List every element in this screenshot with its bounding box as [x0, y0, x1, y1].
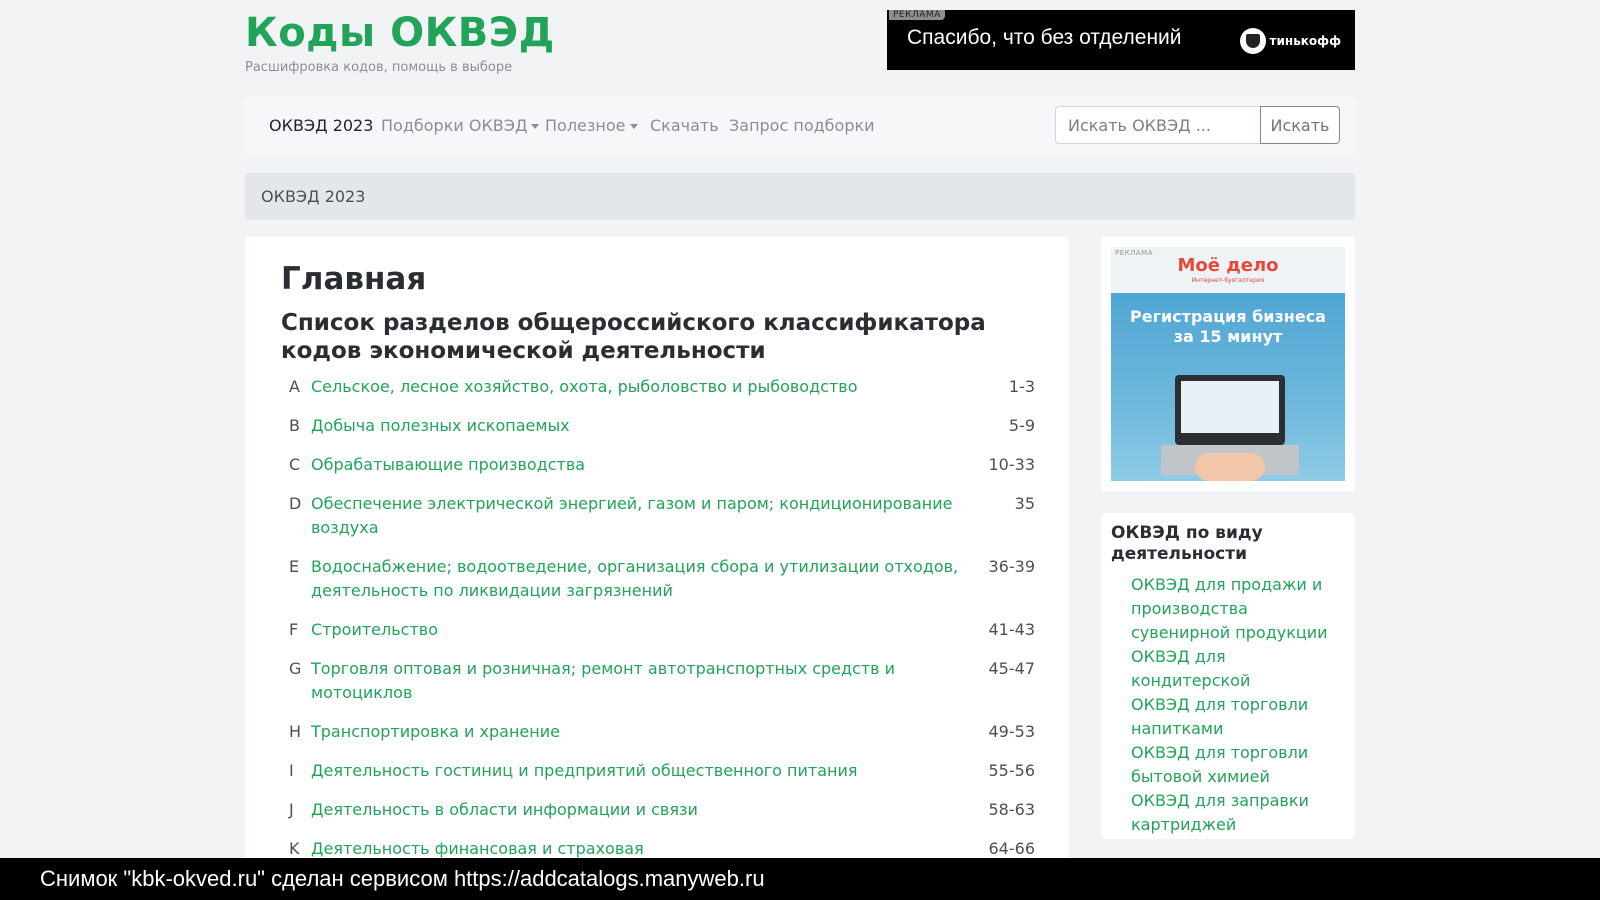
nav-label: Полезное	[545, 116, 626, 135]
sidebar-ad-brand-sub: Интернет-бухгалтерия	[1191, 277, 1265, 284]
ad-label: РЕКЛАМА	[889, 10, 945, 20]
search-button[interactable]: Искать	[1260, 106, 1340, 144]
screenshot-caption: Снимок "kbk-okved.ru" сделан сервисом ht…	[40, 866, 765, 891]
section-codes: 36-39	[988, 557, 1036, 576]
section-row: I Деятельность гостиниц и предприятий общ…	[281, 754, 1035, 793]
section-link[interactable]: Водоснабжение; водоотведение, организаци…	[311, 555, 983, 603]
sidebar-link-list: ОКВЭД для продажи и производства сувенир…	[1131, 573, 1345, 837]
hands-icon	[1195, 453, 1265, 481]
section-letter: G	[289, 659, 302, 678]
section-row: B Добыча полезных ископаемых 5-9	[281, 409, 1035, 448]
section-codes: 55-56	[988, 761, 1036, 780]
screenshot-caption-bar: Снимок "kbk-okved.ru" сделан сервисом ht…	[0, 858, 1600, 900]
section-row: E Водоснабжение; водоотведение, организац…	[281, 550, 1035, 613]
section-link[interactable]: Торговля оптовая и розничная; ремонт авт…	[311, 657, 983, 705]
section-codes: 5-9	[1008, 416, 1035, 435]
section-row: G Торговля оптовая и розничная; ремонт ав…	[281, 652, 1035, 715]
sidebar-ad-body: Регистрация бизнеса за 15 минут	[1111, 293, 1345, 481]
nav-podborki-dropdown[interactable]: Подборки ОКВЭД	[381, 116, 540, 135]
caret-down-icon	[531, 124, 540, 129]
section-codes: 49-53	[988, 722, 1036, 741]
page: Коды ОКВЭД Расшифровка кодов, помощь в в…	[0, 0, 1600, 900]
section-link[interactable]: Сельское, лесное хозяйство, охота, рыбол…	[311, 375, 983, 399]
laptop-icon	[1175, 375, 1285, 445]
section-codes: 58-63	[988, 800, 1036, 819]
section-letter: C	[289, 455, 301, 474]
nav-request[interactable]: Запрос подборки	[729, 116, 875, 135]
ad-slogan: Спасибо, что без отделений	[907, 26, 1182, 49]
sidebar-ad-brand: Моё дело	[1177, 255, 1279, 276]
section-link[interactable]: Добыча полезных ископаемых	[311, 414, 983, 438]
sidebar-activity-link[interactable]: ОКВЭД для продажи и производства сувенир…	[1131, 573, 1345, 645]
section-letter: J	[289, 800, 294, 819]
breadcrumb-current: ОКВЭД 2023	[261, 187, 366, 206]
site-logo[interactable]: Коды ОКВЭД	[245, 10, 555, 56]
top-ad-banner[interactable]: РЕКЛАМА Спасибо, что без отделений тиньк…	[887, 10, 1355, 70]
sidebar-activity-link[interactable]: ОКВЭД для торговли бытовой химией	[1131, 741, 1345, 789]
sidebar-ad[interactable]: РЕКЛАМА Моё дело Интернет-бухгалтерия Ре…	[1101, 237, 1355, 491]
section-letter: D	[289, 494, 302, 513]
section-link[interactable]: Обеспечение электрической энергией, газо…	[311, 492, 983, 540]
section-codes: 45-47	[988, 659, 1036, 678]
search-input[interactable]	[1055, 106, 1261, 144]
caret-down-icon	[629, 124, 638, 129]
section-link[interactable]: Деятельность в области информации и связ…	[311, 798, 983, 822]
section-codes: 41-43	[988, 620, 1036, 639]
section-row: D Обеспечение электрической энергией, газ…	[281, 487, 1035, 550]
main-content-card: Главная Список разделов общероссийского …	[245, 237, 1069, 877]
sidebar-title: ОКВЭД по виду деятельности	[1111, 523, 1263, 564]
section-letter: E	[289, 557, 300, 576]
section-codes: 10-33	[988, 455, 1036, 474]
sidebar-activity-link[interactable]: ОКВЭД для кондитерской	[1131, 645, 1345, 693]
sidebar-ad-headline: Регистрация бизнеса за 15 минут	[1130, 307, 1326, 346]
breadcrumb: ОКВЭД 2023	[245, 173, 1355, 220]
sidebar-activity-link[interactable]: ОКВЭД для торговли напитками	[1131, 693, 1345, 741]
section-letter: A	[289, 377, 300, 396]
sidebar-activity-card: ОКВЭД по виду деятельности ОКВЭД для про…	[1101, 513, 1355, 839]
page-subtitle: Список разделов общероссийского классифи…	[281, 310, 986, 364]
section-link[interactable]: Обрабатывающие производства	[311, 453, 983, 477]
sidebar-ad-image: РЕКЛАМА Моё дело Интернет-бухгалтерия Ре…	[1111, 247, 1345, 481]
site-tagline: Расшифровка кодов, помощь в выборе	[245, 60, 513, 75]
section-letter: H	[289, 722, 302, 741]
section-row: A Сельское, лесное хозяйство, охота, рыбо…	[281, 370, 1035, 409]
section-row: C Обрабатывающие производства 10-33	[281, 448, 1035, 487]
section-link[interactable]: Строительство	[311, 618, 983, 642]
section-letter: I	[289, 761, 294, 780]
ad-brand-name: тинькофф	[1269, 34, 1341, 48]
page-title: Главная	[281, 261, 427, 297]
nav-download[interactable]: Скачать	[650, 116, 719, 135]
section-link[interactable]: Транспортировка и хранение	[311, 720, 983, 744]
ad-brand: тинькофф	[1239, 28, 1341, 54]
section-codes: 35	[1014, 494, 1035, 513]
section-row: F Строительство 41-43	[281, 613, 1035, 652]
nav-okved-2023[interactable]: ОКВЭД 2023	[269, 116, 373, 135]
section-letter: B	[289, 416, 300, 435]
section-codes: 1-3	[1008, 377, 1035, 396]
sidebar-activity-link[interactable]: ОКВЭД для заправки картриджей	[1131, 789, 1345, 837]
sidebar-ad-header: РЕКЛАМА Моё дело Интернет-бухгалтерия	[1111, 247, 1345, 293]
section-row: J Деятельность в области информации и свя…	[281, 793, 1035, 832]
section-link[interactable]: Деятельность гостиниц и предприятий обще…	[311, 759, 983, 783]
nav-poleznoe-dropdown[interactable]: Полезное	[545, 116, 638, 135]
section-list: A Сельское, лесное хозяйство, охота, рыбо…	[281, 370, 1035, 877]
section-letter: F	[289, 620, 299, 639]
section-row: H Транспортировка и хранение 49-53	[281, 715, 1035, 754]
main-navbar: ОКВЭД 2023 Подборки ОКВЭД Полезное Скача…	[245, 96, 1355, 154]
tinkoff-logo-icon	[1239, 28, 1266, 54]
nav-label: Подборки ОКВЭД	[381, 116, 528, 135]
